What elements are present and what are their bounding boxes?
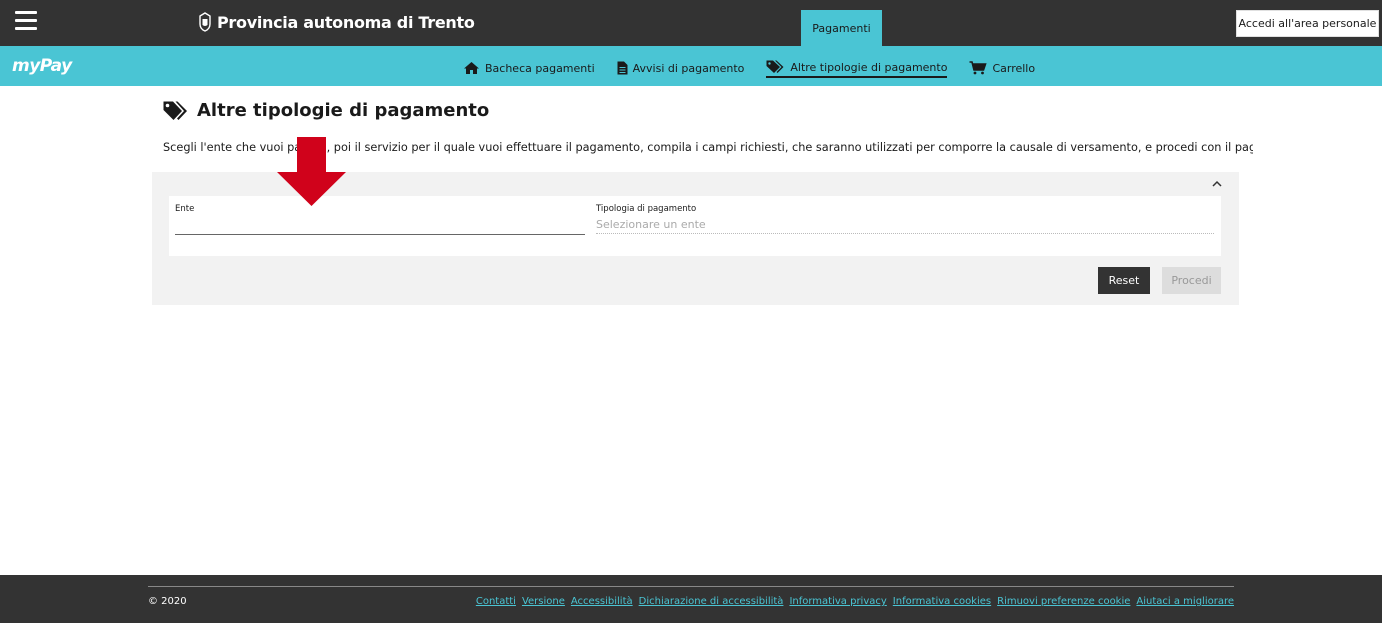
hamburger-menu-icon[interactable] [15,11,37,31]
footer-link-dichiarazione-accessibilita[interactable]: Dichiarazione di accessibilità [639,596,784,607]
tags-icon [163,101,187,120]
nav-bar: myPay Bacheca pagamenti Avvisi di pagame… [0,46,1382,86]
reset-button[interactable]: Reset [1098,267,1150,294]
footer-link-rimuovi-cookie[interactable]: Rimuovi preferenze cookie [997,596,1130,607]
mypay-logo[interactable]: myPay [12,56,72,76]
copyright: © 2020 [148,596,187,607]
footer: © 2020 Contatti Versione Accessibilità D… [0,575,1382,623]
nav-item-bacheca[interactable]: Bacheca pagamenti [463,58,595,78]
home-icon [464,62,479,74]
tipologia-label: Tipologia di pagamento [596,204,697,214]
login-button[interactable]: Accedi all'area personale [1236,10,1379,37]
document-icon [617,61,628,75]
footer-link-informativa-cookies[interactable]: Informativa cookies [893,596,991,607]
chevron-up-icon[interactable] [1212,180,1222,188]
footer-links: Contatti Versione Accessibilità Dichiara… [470,596,1234,607]
tab-pagamenti[interactable]: Pagamenti [801,10,882,46]
top-bar: Provincia autonoma di Trento Pagamenti A… [0,0,1382,46]
footer-link-informativa-privacy[interactable]: Informativa privacy [789,596,886,607]
tipologia-placeholder: Selezionare un ente [596,218,706,231]
nav-item-avvisi[interactable]: Avvisi di pagamento [617,58,744,78]
brand-title: Provincia autonoma di Trento [217,12,475,32]
nav-item-altre-tipologie[interactable]: Altre tipologie di pagamento [766,58,948,78]
ente-input-underline[interactable] [175,234,585,235]
cart-icon [969,61,988,75]
arrow-down-icon [277,137,346,206]
ente-field[interactable]: Ente [175,204,585,235]
page-title: Altre tipologie di pagamento [197,100,490,121]
ente-label: Ente [175,204,195,214]
tags-icon [766,60,784,73]
footer-link-aiutaci[interactable]: Aiutaci a migliorare [1136,596,1234,607]
footer-link-contatti[interactable]: Contatti [476,596,516,607]
nav-item-carrello[interactable]: Carrello [969,58,1035,78]
footer-divider [148,586,1234,587]
crest-icon [199,12,211,32]
footer-link-accessibilita[interactable]: Accessibilità [571,596,633,607]
tipologia-field[interactable]: Tipologia di pagamento Selezionare un en… [596,204,1214,234]
footer-link-versione[interactable]: Versione [522,596,565,607]
procedi-button: Procedi [1162,267,1221,294]
tipologia-input-underline [596,233,1214,234]
brand[interactable]: Provincia autonoma di Trento [198,12,475,32]
nav-items: Bacheca pagamenti Avvisi di pagamento Al… [463,58,1057,78]
page-heading: Altre tipologie di pagamento [163,100,489,121]
